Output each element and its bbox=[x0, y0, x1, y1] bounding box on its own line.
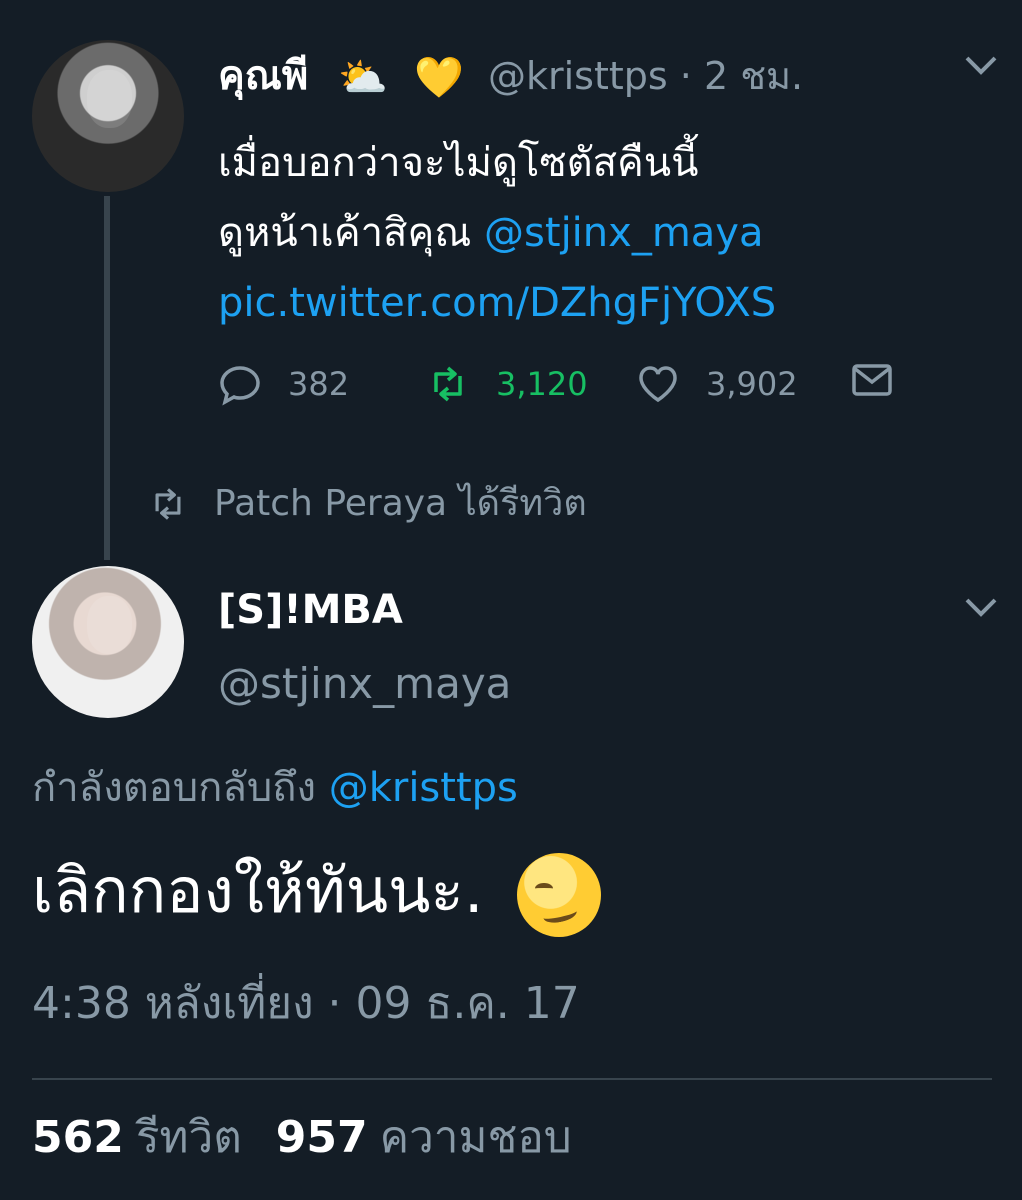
reply-button[interactable]: 382 bbox=[218, 358, 349, 410]
reply-icon bbox=[220, 366, 260, 406]
engagement-stats: 562 รีทวิต 957 ความชอบ bbox=[32, 1108, 572, 1168]
smirking-face-emoji bbox=[517, 852, 602, 937]
timestamp: 4:38 หลังเที่ยง · 09 ธ.ค. 17 bbox=[32, 978, 580, 1029]
chevron-down-icon[interactable] bbox=[964, 594, 998, 624]
heart-icon bbox=[639, 366, 677, 403]
retweet-icon bbox=[434, 366, 462, 402]
replying-to: กำลังตอบกลับถึง @kristtps bbox=[32, 760, 518, 816]
tweet-text-plain: เลิกกองให้ทันนะ. bbox=[32, 854, 484, 927]
retweet-button[interactable]: 3,120 bbox=[426, 358, 588, 410]
tweet-text: เมื่อบอกว่าจะไม่ดูโซตัสคืนนี้ ดูหน้าเค้า… bbox=[218, 128, 978, 338]
tweet-text-line: ดูหน้าเค้าสิคุณ @stjinx_maya bbox=[218, 198, 978, 268]
replying-to-link[interactable]: @kristtps bbox=[329, 765, 518, 811]
retweet-icon bbox=[155, 488, 181, 520]
tweet-text-line: เมื่อบอกว่าจะไม่ดูโซตัสคืนนี้ bbox=[218, 140, 699, 186]
pic-link[interactable]: pic.twitter.com/DZhgFjYOXS bbox=[218, 268, 978, 338]
tweet-text-plain: ดูหน้าเค้าสิคุณ bbox=[218, 210, 485, 256]
like-button[interactable]: 3,902 bbox=[636, 358, 798, 410]
envelope-icon bbox=[852, 364, 892, 396]
retweet-count: 3,120 bbox=[496, 365, 588, 403]
yellow-heart-emoji: 💛 bbox=[414, 55, 464, 101]
display-name[interactable]: คุณพี bbox=[218, 50, 308, 102]
handle[interactable]: @stjinx_maya bbox=[218, 656, 511, 712]
thread-line bbox=[104, 196, 110, 560]
avatar[interactable] bbox=[32, 40, 184, 192]
direct-message-button[interactable] bbox=[850, 358, 920, 402]
tweet-actions: 382 3,120 3,902 bbox=[218, 358, 998, 410]
divider bbox=[32, 1078, 992, 1080]
retweets-label[interactable]: รีทวิต bbox=[136, 1108, 242, 1168]
retweets-count[interactable]: 562 bbox=[32, 1108, 124, 1168]
like-count: 3,902 bbox=[706, 365, 798, 403]
retweeted-by[interactable]: Patch Peraya ได้รีทวิต bbox=[148, 478, 587, 530]
likes-count[interactable]: 957 bbox=[276, 1108, 368, 1168]
tweet-text: เลิกกองให้ทันนะ. bbox=[32, 846, 602, 937]
likes-label[interactable]: ความชอบ bbox=[380, 1108, 572, 1168]
reply-count: 382 bbox=[288, 365, 350, 403]
mention-link[interactable]: @stjinx_maya bbox=[484, 210, 763, 256]
handle-and-time: @kristtps · 2 ชม. bbox=[488, 54, 804, 98]
replying-prefix: กำลังตอบกลับถึง bbox=[32, 765, 329, 811]
avatar[interactable] bbox=[32, 566, 184, 718]
retweeted-by-label: Patch Peraya ได้รีทวิต bbox=[214, 483, 587, 524]
display-name[interactable]: [S]!MBA bbox=[218, 584, 403, 636]
chevron-down-icon[interactable] bbox=[964, 52, 998, 82]
cloud-sun-emoji: ⛅ bbox=[338, 55, 388, 101]
